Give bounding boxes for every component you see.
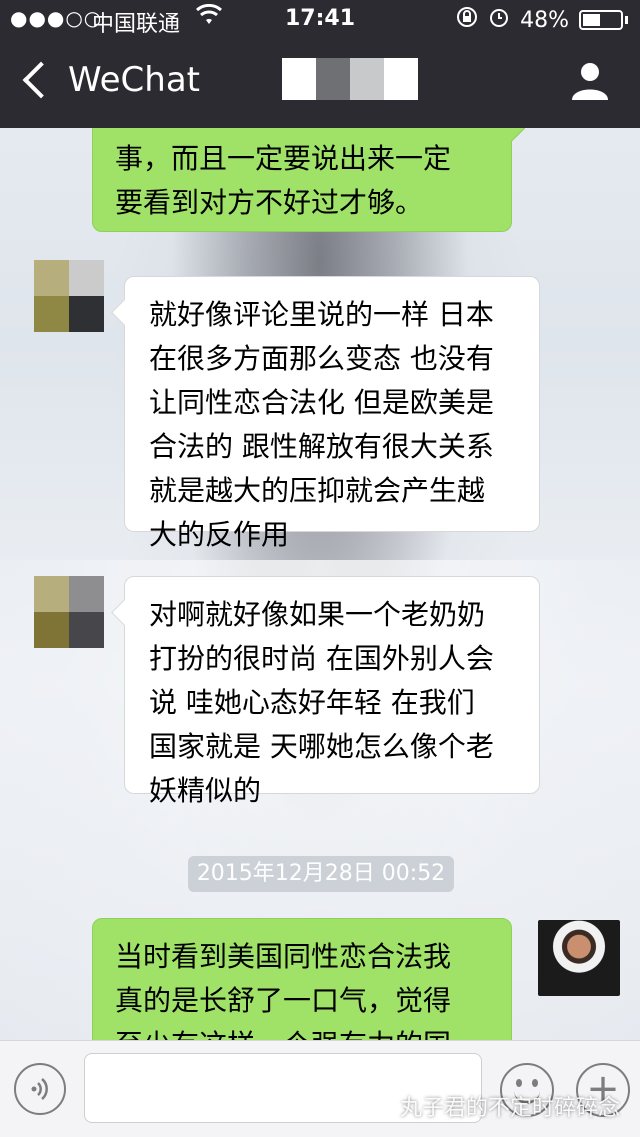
back-label: WeChat	[68, 60, 200, 100]
voice-input-button[interactable]	[14, 1063, 66, 1115]
avatar[interactable]	[34, 576, 104, 648]
message-text-line: 事，而且一定要说出来一定	[115, 142, 452, 175]
avatar[interactable]	[34, 260, 104, 332]
avatar-mosaic-tile	[34, 260, 69, 296]
message-text-line: 就好像评论里说的一样 日本	[149, 298, 494, 331]
message-text-line: 妖精似的	[149, 774, 262, 807]
status-right: 48%	[456, 6, 628, 34]
avatar-mosaic-tile	[34, 612, 69, 648]
message-text-line: 合法的 跟性解放有很大关系	[149, 430, 494, 463]
title-mosaic-tile	[316, 58, 350, 100]
message-text-line: 说 哇她心态好年轻 在我们	[149, 686, 475, 719]
message-bubble-received[interactable]: 就好像评论里说的一样 日本 在很多方面那么变态 也没有 让同性恋合法化 但是欧美是合…	[111, 276, 540, 551]
battery-icon	[579, 10, 623, 30]
title-mosaic-tile	[384, 58, 418, 100]
message-text-line: 打扮的很时尚 在国外别人会	[149, 642, 494, 675]
voice-icon	[31, 1078, 48, 1100]
bubble-tail	[498, 941, 511, 968]
watermark-text: 丸子君的不定时碎碎念	[400, 1096, 621, 1121]
message-text-line: 国家就是 天哪她怎么像个老	[149, 730, 494, 763]
bubble-tail	[111, 599, 138, 626]
emoji-icon-eye	[516, 1079, 522, 1087]
avatar-mosaic-tile	[34, 296, 69, 332]
title-mosaic-tile	[350, 58, 384, 100]
header: ●●●○○ 中国联通 17:41 48% WeChat	[0, 0, 640, 128]
person-icon	[572, 63, 608, 100]
message-text-line: 对啊就好像如果一个老奶奶	[149, 598, 486, 631]
title-mosaic-tile	[282, 58, 316, 100]
avatar-mosaic-tile	[69, 612, 104, 648]
avatar-mosaic-tile	[69, 296, 104, 332]
message-text-line: 在很多方面那么变态 也没有	[149, 342, 494, 375]
nav-bar: WeChat	[0, 44, 640, 128]
my-avatar[interactable]	[538, 920, 620, 996]
message-text-line: 就是越大的压抑就会产生越	[149, 474, 486, 507]
back-button[interactable]: WeChat	[20, 60, 200, 100]
avatar-mosaic-tile	[34, 576, 69, 612]
avatar-mosaic-tile	[69, 576, 104, 612]
alarm-icon	[488, 6, 510, 34]
message-text-line: 让同性恋合法化 但是欧美是	[149, 386, 494, 419]
message-text-line: 当时看到美国同性恋合法我	[115, 940, 452, 973]
message-text-line: 大的反作用	[149, 518, 290, 551]
battery-tip	[625, 16, 628, 24]
chat-title-mosaic	[282, 58, 418, 100]
message-text-line: 要看到对方不好过才够。	[115, 186, 424, 219]
input-bar: +	[0, 1040, 640, 1137]
battery-percent: 48%	[520, 7, 569, 33]
bubble-tail	[111, 299, 138, 326]
avatar-mosaic-tile	[69, 260, 104, 296]
message-bubble-sent[interactable]: 当时看到美国同性恋合法我 真的是长舒了一口气，觉得 至少有这样一个强有力的国	[92, 918, 512, 1050]
contact-profile-button[interactable]	[568, 58, 612, 102]
watermark: 丸子君的不定时碎碎念	[366, 1090, 620, 1122]
message-text-line: 真的是长舒了一口气，觉得	[115, 984, 452, 1017]
message-bubble-received[interactable]: 对啊就好像如果一个老奶奶 打扮的很时尚 在国外别人会说 哇她心态好年轻 在我们 国家…	[111, 576, 540, 807]
status-bar: ●●●○○ 中国联通 17:41 48%	[0, 0, 640, 40]
timestamp-divider: 2015年12月28日 00:52	[188, 856, 454, 892]
wechat-logo-icon	[366, 1095, 394, 1117]
rotation-lock-icon	[456, 6, 478, 34]
chevron-left-icon	[22, 61, 60, 99]
emoji-icon-eye	[532, 1079, 538, 1087]
